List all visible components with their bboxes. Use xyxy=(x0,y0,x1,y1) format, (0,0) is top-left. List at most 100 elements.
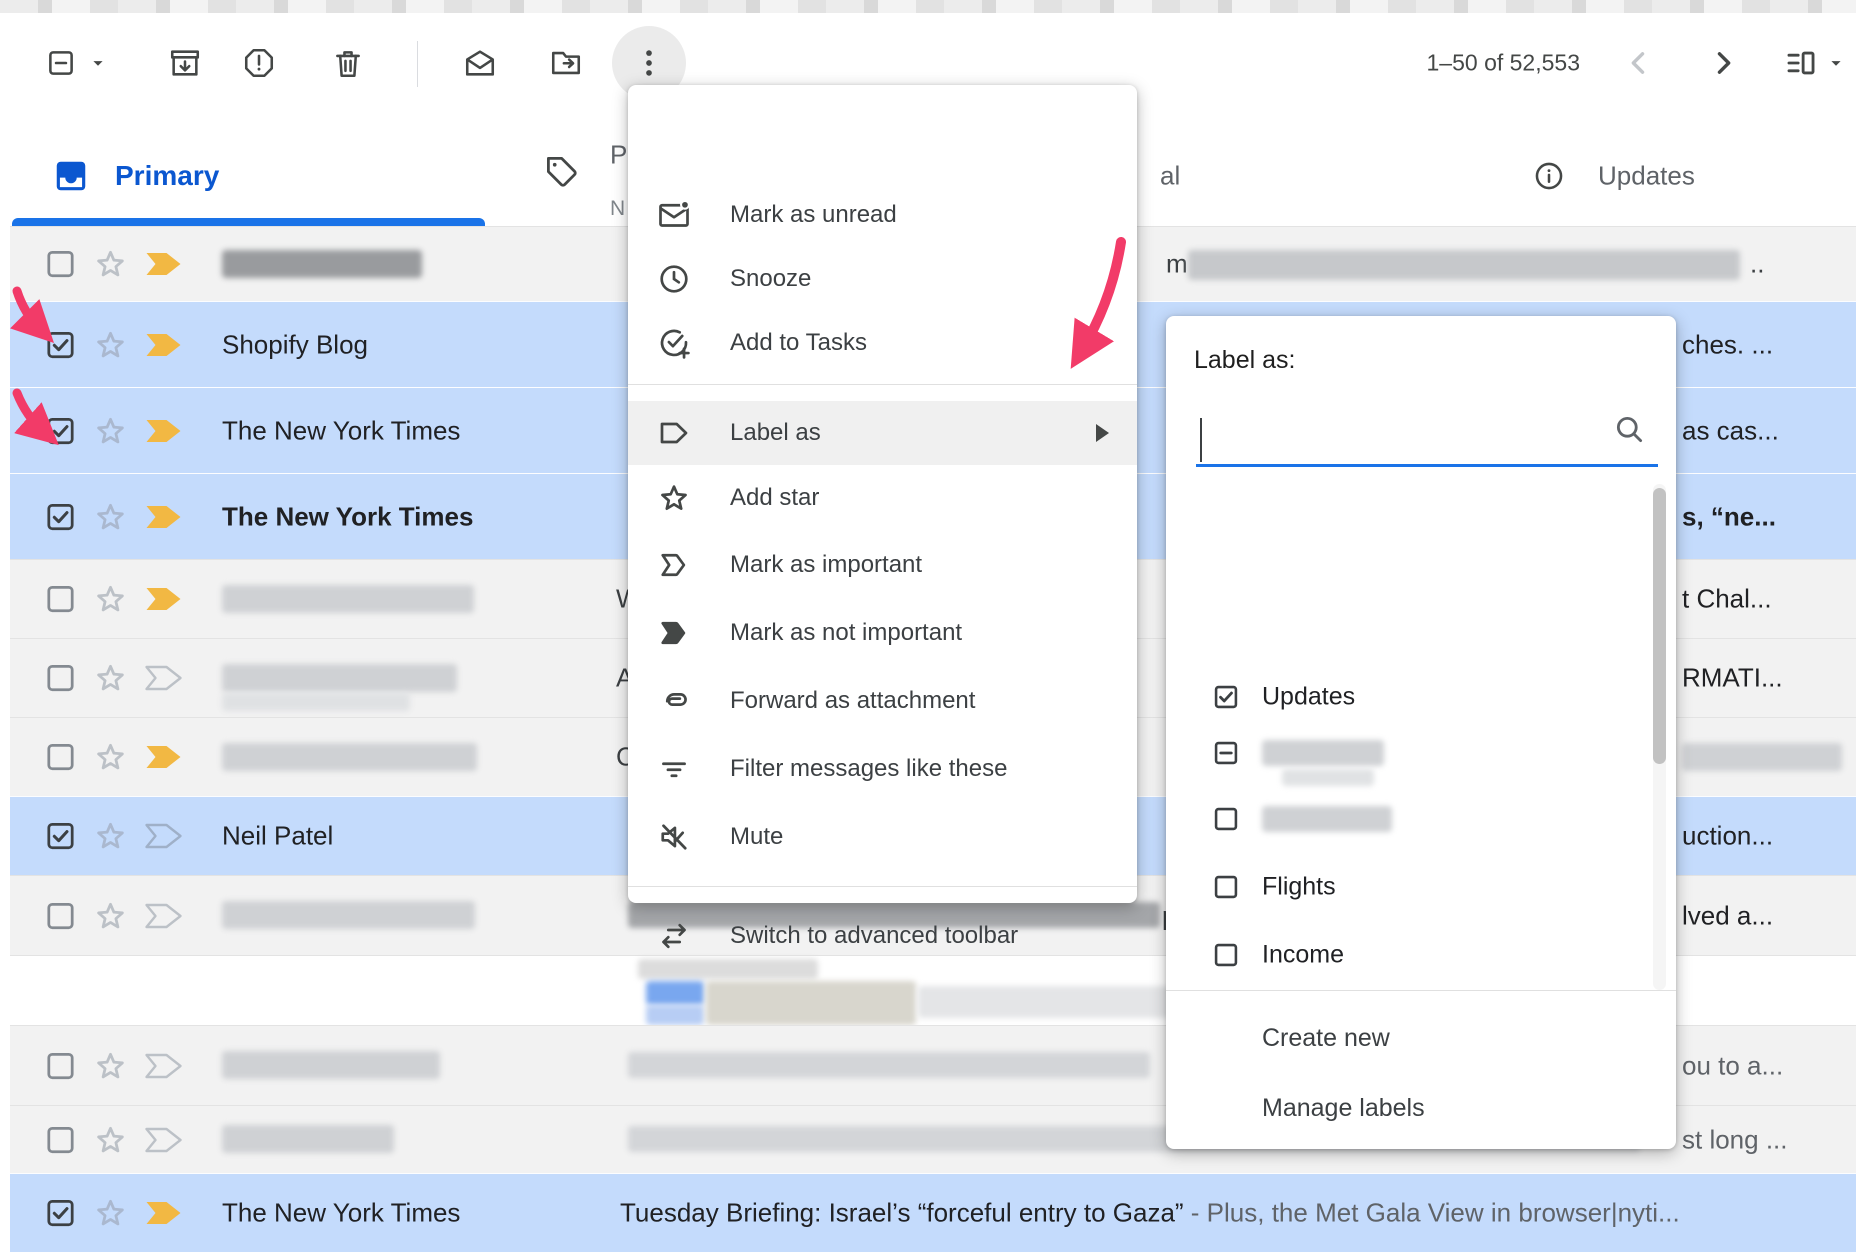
importance-marker-icon[interactable] xyxy=(143,585,184,613)
importance-marker-icon[interactable] xyxy=(143,743,184,771)
tab-updates[interactable]: Updates xyxy=(1598,161,1695,192)
star-icon[interactable] xyxy=(92,498,129,535)
more-vert-icon[interactable] xyxy=(630,44,668,82)
star-icon[interactable] xyxy=(92,1195,129,1232)
star-icon[interactable] xyxy=(92,739,129,776)
menu-divider xyxy=(628,384,1137,385)
row-checkbox[interactable] xyxy=(44,583,77,616)
label-search-input[interactable] xyxy=(1196,412,1596,460)
report-spam-icon[interactable] xyxy=(240,44,278,82)
star-icon[interactable] xyxy=(92,581,129,618)
star-icon[interactable] xyxy=(92,246,129,283)
menu-item-filter-messages-like-these[interactable]: Filter messages like these xyxy=(628,737,1137,801)
menu-item-add-star[interactable]: Add star xyxy=(628,466,1137,530)
label-option-updates[interactable]: Updates xyxy=(1166,669,1646,725)
chevron-right-icon[interactable] xyxy=(1704,44,1742,82)
snippet-text: RMATI... xyxy=(1682,663,1783,694)
sender-name: The New York Times xyxy=(222,415,460,446)
menu-item-label: Filter messages like these xyxy=(730,755,1007,783)
mark-read-icon[interactable] xyxy=(461,44,499,82)
row-checkbox-checked[interactable] xyxy=(44,500,77,533)
tab-promotions-partial[interactable]: P xyxy=(610,140,627,171)
menu-item-mark-as-not-important[interactable]: Mark as not important xyxy=(628,601,1137,665)
mark-unread-icon xyxy=(656,197,692,233)
label-option[interactable] xyxy=(1166,791,1646,847)
star-icon[interactable] xyxy=(92,326,129,363)
not-important-marker-icon[interactable] xyxy=(143,664,184,692)
email-row[interactable]: The New York TimesTuesday Briefing: Isra… xyxy=(10,1173,1856,1252)
row-checkbox-checked[interactable] xyxy=(44,1197,77,1230)
menu-item-mark-as-important[interactable]: Mark as important xyxy=(628,533,1137,597)
menu-item-snooze[interactable]: Snooze xyxy=(628,247,1137,311)
label-checkbox-unchecked[interactable] xyxy=(1212,941,1240,969)
row-checkbox[interactable] xyxy=(44,1123,77,1156)
row-checkbox[interactable] xyxy=(44,899,77,932)
not-important-marker-icon[interactable] xyxy=(143,822,184,850)
label-checkbox-unchecked[interactable] xyxy=(1212,805,1240,833)
star-icon[interactable] xyxy=(92,818,129,855)
menu-item-switch-to-advanced-toolbar[interactable]: Switch to advanced toolbar xyxy=(628,904,1137,968)
row-checkbox[interactable] xyxy=(44,248,77,281)
not-important-marker-icon[interactable] xyxy=(143,1052,184,1080)
star-icon[interactable] xyxy=(92,897,129,934)
label-checkbox-checked[interactable] xyxy=(1212,683,1240,711)
sender-name: Shopify Blog xyxy=(222,329,368,360)
subject-fragment: .. xyxy=(1750,249,1764,280)
label-name: Income xyxy=(1262,941,1344,970)
not-important-marker-icon[interactable] xyxy=(143,902,184,930)
redacted-content xyxy=(222,1051,440,1079)
chevron-left-icon[interactable] xyxy=(1620,44,1658,82)
split-view-caret-icon[interactable] xyxy=(1822,44,1850,82)
importance-marker-icon[interactable] xyxy=(143,250,184,278)
inbox-icon xyxy=(52,157,90,195)
label-option-flights[interactable]: Flights xyxy=(1166,859,1646,915)
menu-item-add-to-tasks[interactable]: Add to Tasks xyxy=(628,311,1137,375)
importance-marker-icon[interactable] xyxy=(143,331,184,359)
star-icon[interactable] xyxy=(92,412,129,449)
redacted-content xyxy=(1682,743,1842,771)
row-checkbox-checked[interactable] xyxy=(44,414,77,447)
label-checkbox-indeterminate[interactable] xyxy=(1212,739,1240,767)
tab-social-partial[interactable]: al xyxy=(1160,161,1180,192)
row-checkbox[interactable] xyxy=(44,741,77,774)
label-checkbox-unchecked[interactable] xyxy=(1212,873,1240,901)
menu-item-mark-as-unread[interactable]: Mark as unread xyxy=(628,183,1137,247)
row-checkbox-checked[interactable] xyxy=(44,820,77,853)
label-list-scrollbar-thumb[interactable] xyxy=(1653,488,1666,764)
archive-icon[interactable] xyxy=(166,44,204,82)
not-important-marker-icon[interactable] xyxy=(143,1126,184,1154)
row-checkbox-checked[interactable] xyxy=(44,328,77,361)
redacted-content xyxy=(222,250,422,278)
popup-divider xyxy=(1166,990,1676,991)
menu-item-forward-as-attachment[interactable]: Forward as attachment xyxy=(628,669,1137,733)
delete-icon[interactable] xyxy=(329,44,367,82)
menu-item-label: Forward as attachment xyxy=(730,687,975,715)
select-dropdown-caret-icon[interactable] xyxy=(84,44,112,82)
star-icon[interactable] xyxy=(92,660,129,697)
create-new-label-button[interactable]: Create new xyxy=(1262,1024,1390,1053)
menu-item-label-as[interactable]: Label as xyxy=(628,401,1137,465)
menu-item-label: Mark as not important xyxy=(730,619,962,647)
importance-marker-icon[interactable] xyxy=(143,503,184,531)
importance-marker-icon[interactable] xyxy=(143,1199,184,1227)
star-icon[interactable] xyxy=(92,1047,129,1084)
tag-icon[interactable] xyxy=(543,153,580,190)
sender-name: The New York Times xyxy=(222,501,473,532)
tab-primary[interactable]: Primary xyxy=(115,160,219,192)
menu-item-mute[interactable]: Mute xyxy=(628,805,1137,869)
row-checkbox[interactable] xyxy=(44,1049,77,1082)
snippet-text: st long ... xyxy=(1682,1124,1788,1155)
importance-marker-icon[interactable] xyxy=(143,417,184,445)
label-list: UpdatesFlightsIncomeWork xyxy=(1166,476,1676,990)
label-option-income[interactable]: Income xyxy=(1166,927,1646,983)
move-to-icon[interactable] xyxy=(547,44,585,82)
row-checkbox[interactable] xyxy=(44,662,77,695)
more-actions-menu: Mark as unread Snooze Add to Tasks Label as… xyxy=(628,85,1137,903)
menu-item-label: Snooze xyxy=(730,265,811,293)
snippet-text: uction... xyxy=(1682,821,1773,852)
select-checkbox-icon[interactable] xyxy=(42,44,80,82)
label-option[interactable] xyxy=(1166,725,1646,781)
manage-labels-button[interactable]: Manage labels xyxy=(1262,1094,1425,1123)
split-view-icon[interactable] xyxy=(1782,44,1820,82)
star-icon[interactable] xyxy=(92,1121,129,1158)
